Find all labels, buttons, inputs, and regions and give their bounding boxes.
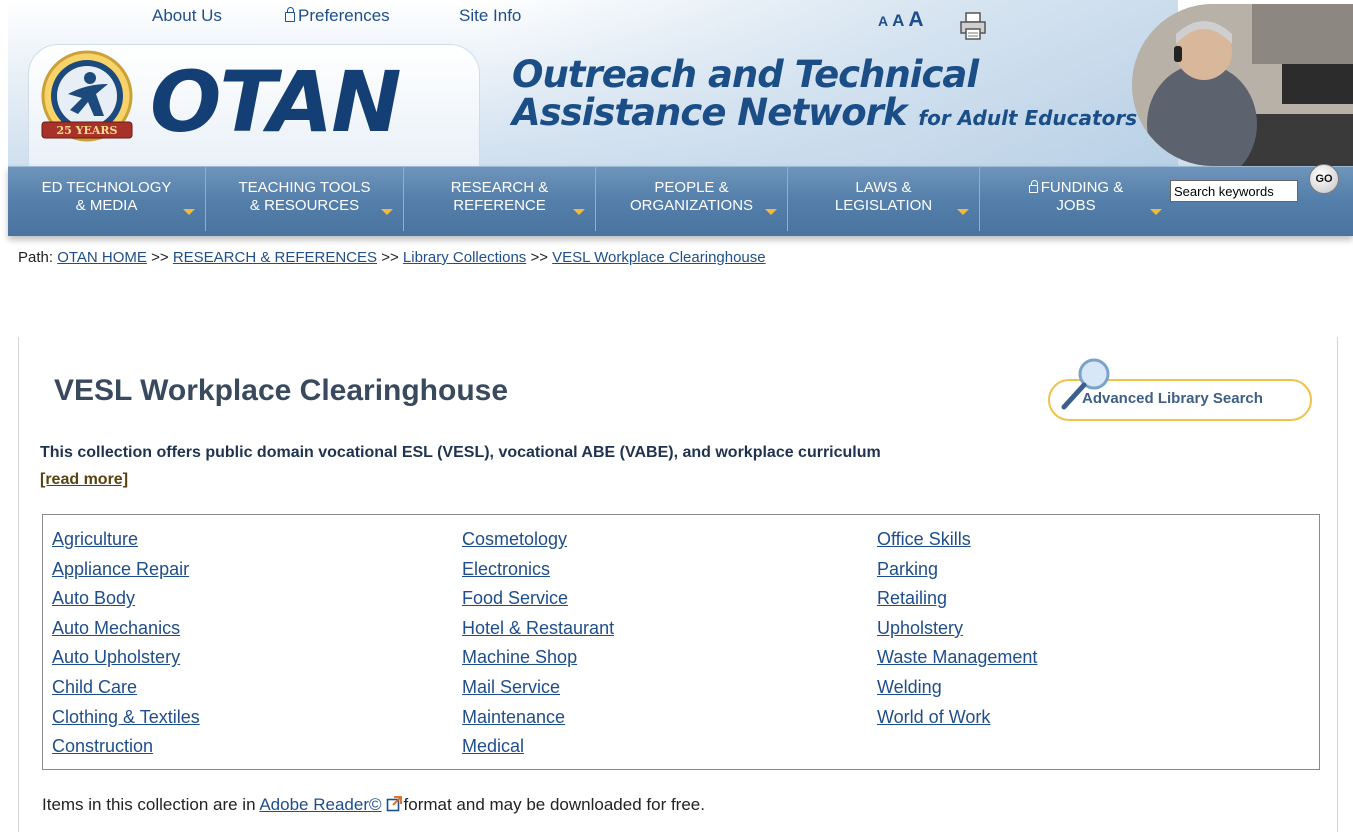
topic-link[interactable]: Construction <box>52 732 200 762</box>
lock-icon <box>1028 180 1038 193</box>
nav-label-line1: ED TECHNOLOGY <box>41 179 172 196</box>
read-more-link[interactable]: [read more] <box>40 471 128 489</box>
preferences-link[interactable]: Preferences <box>285 6 390 26</box>
topic-link[interactable]: Medical <box>462 732 614 762</box>
topic-link[interactable]: Auto Mechanics <box>52 614 200 644</box>
topic-link[interactable]: Machine Shop <box>462 643 614 673</box>
main-nav: ED TECHNOLOGY & MEDIA TEACHING TOOLS & R… <box>8 166 1353 236</box>
topics-column-3: Office Skills Parking Retailing Upholste… <box>877 525 1037 732</box>
page-title: VESL Workplace Clearinghouse <box>54 374 509 407</box>
topic-link[interactable]: Child Care <box>52 673 200 703</box>
font-size-small[interactable]: A <box>878 13 888 29</box>
collection-description: This collection offers public domain voc… <box>40 444 881 461</box>
topic-link[interactable]: Auto Upholstery <box>52 643 200 673</box>
breadcrumb-separator: >> <box>530 249 548 266</box>
nav-label-line2: & RESOURCES <box>249 197 360 214</box>
topic-link[interactable]: Office Skills <box>877 525 1037 555</box>
topics-column-2: Cosmetology Electronics Food Service Hot… <box>462 525 614 762</box>
header-photo <box>1132 4 1353 166</box>
dropdown-arrow-icon <box>183 209 195 215</box>
nav-ed-technology[interactable]: ED TECHNOLOGY & MEDIA <box>8 167 206 231</box>
topic-link[interactable]: Upholstery <box>877 614 1037 644</box>
nav-label-line2: REFERENCE <box>453 197 546 214</box>
topic-link[interactable]: Parking <box>877 555 1037 585</box>
nav-funding-jobs[interactable]: FUNDING & JOBS <box>980 167 1172 231</box>
dropdown-arrow-icon <box>573 209 585 215</box>
nav-label-line1: FUNDING & <box>980 179 1172 197</box>
topic-link[interactable]: Appliance Repair <box>52 555 200 585</box>
tagline-line1: Outreach and Technical <box>512 53 979 96</box>
dropdown-arrow-icon <box>381 209 393 215</box>
dropdown-arrow-icon <box>957 209 969 215</box>
breadcrumb-separator: >> <box>151 249 169 266</box>
tagline-suffix: for Adult Educators <box>918 106 1138 130</box>
topic-link[interactable]: Welding <box>877 673 1037 703</box>
font-size-controls: AAA <box>878 8 928 32</box>
nav-label-line1: PEOPLE & <box>654 179 729 196</box>
site-info-link[interactable]: Site Info <box>459 6 521 26</box>
topic-link[interactable]: Food Service <box>462 584 614 614</box>
breadcrumb-separator: >> <box>381 249 399 266</box>
topic-link[interactable]: Cosmetology <box>462 525 614 555</box>
nav-label-line2: LEGISLATION <box>834 197 933 214</box>
site-tagline: Outreach and Technical Assistance Networ… <box>512 56 1137 137</box>
dropdown-arrow-icon <box>1150 209 1162 215</box>
tagline-line2: Assistance Network for Adult Educators <box>512 94 1137 137</box>
topic-link[interactable]: Mail Service <box>462 673 614 703</box>
breadcrumb-library-collections[interactable]: Library Collections <box>403 249 526 266</box>
font-size-large[interactable]: A <box>908 8 923 31</box>
tagline-network: Assistance Network <box>512 91 907 134</box>
topic-link[interactable]: World of Work <box>877 703 1037 733</box>
otan-wordmark[interactable]: OTAN <box>150 60 401 144</box>
topics-column-1: Agriculture Appliance Repair Auto Body A… <box>52 525 200 762</box>
breadcrumb-research-references[interactable]: RESEARCH & REFERENCES <box>173 249 377 266</box>
printer-icon[interactable] <box>960 12 986 40</box>
nav-funding-label: FUNDING & <box>1040 179 1124 196</box>
nav-people-organizations[interactable]: PEOPLE & ORGANIZATIONS <box>596 167 788 231</box>
breadcrumb-vesl[interactable]: VESL Workplace Clearinghouse <box>552 249 765 266</box>
magnifier-icon <box>1061 358 1110 410</box>
nav-label-line2: ORGANIZATIONS <box>629 197 754 214</box>
about-us-link[interactable]: About Us <box>152 6 222 26</box>
photo-illustration <box>1132 4 1353 166</box>
breadcrumb: Path: OTAN HOME >> RESEARCH & REFERENCES… <box>18 249 766 266</box>
nav-label-line1: TEACHING TOOLS <box>238 179 371 196</box>
seal-text: 25 YEARS <box>57 124 118 137</box>
adobe-reader-link[interactable]: Adobe Reader© <box>259 795 381 814</box>
topic-link[interactable]: Retailing <box>877 584 1037 614</box>
nav-label-line2: JOBS <box>1056 197 1096 214</box>
nav-research-reference[interactable]: RESEARCH & REFERENCE <box>404 167 596 231</box>
footer-note-before: Items in this collection are in <box>42 795 256 814</box>
preferences-label: Preferences <box>298 6 390 25</box>
search-input[interactable] <box>1170 180 1298 202</box>
topics-box: Agriculture Appliance Repair Auto Body A… <box>42 514 1320 770</box>
topic-link[interactable]: Electronics <box>462 555 614 585</box>
dropdown-arrow-icon <box>765 209 777 215</box>
font-size-medium[interactable]: A <box>892 11 904 30</box>
topic-link[interactable]: Hotel & Restaurant <box>462 614 614 644</box>
nav-laws-legislation[interactable]: LAWS & LEGISLATION <box>788 167 980 231</box>
nav-label-line1: LAWS & <box>855 179 912 196</box>
breadcrumb-prefix: Path: <box>18 249 54 266</box>
nav-teaching-tools[interactable]: TEACHING TOOLS & RESOURCES <box>206 167 404 231</box>
topic-link[interactable]: Waste Management <box>877 643 1037 673</box>
advanced-library-search-button[interactable]: Advanced Library Search <box>1048 357 1312 421</box>
footer-note-after: format and may be downloaded for free. <box>403 795 705 814</box>
otan-seal-logo[interactable]: 25 YEARS <box>38 50 136 148</box>
nav-label-line1: RESEARCH & <box>450 179 549 196</box>
topic-link[interactable]: Maintenance <box>462 703 614 733</box>
topic-link[interactable]: Auto Body <box>52 584 200 614</box>
nav-label-line2: & MEDIA <box>75 197 138 214</box>
topic-link[interactable]: Agriculture <box>52 525 200 555</box>
breadcrumb-otan-home[interactable]: OTAN HOME <box>57 249 147 266</box>
topic-link[interactable]: Clothing & Textiles <box>52 703 200 733</box>
lock-icon <box>285 7 295 22</box>
external-link-icon <box>386 796 402 812</box>
go-button[interactable]: GO <box>1309 164 1339 194</box>
footer-note: Items in this collection are in Adobe Re… <box>42 795 705 815</box>
